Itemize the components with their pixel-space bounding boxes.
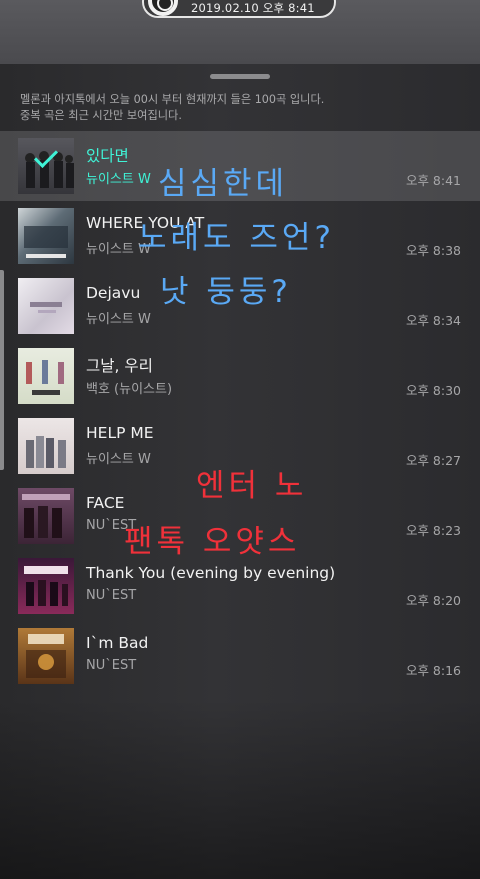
album-art bbox=[18, 628, 74, 684]
album-art bbox=[18, 418, 74, 474]
handwriting-note: 심심한데 bbox=[158, 166, 289, 202]
song-time: 오후 8:27 bbox=[405, 453, 461, 468]
album-art bbox=[18, 348, 74, 404]
song-artist: NU`EST bbox=[86, 658, 137, 673]
song-title: FACE bbox=[86, 494, 125, 512]
album-art bbox=[18, 488, 74, 544]
song-row[interactable]: I`m Bad NU`EST 오후 8:16 bbox=[0, 621, 480, 691]
song-artist: 백호 (뉴이스트) bbox=[86, 382, 173, 397]
status-area: 2019.02.10 오후 8:41 bbox=[0, 0, 480, 64]
song-artist: 뉴이스트 W bbox=[86, 172, 151, 187]
song-artist: 뉴이스트 W bbox=[86, 312, 151, 327]
song-time: 오후 8:34 bbox=[405, 313, 461, 328]
album-art bbox=[18, 558, 74, 614]
notice-line-2: 중복 곡은 최근 시간만 보여집니다. bbox=[20, 109, 182, 122]
status-datetime: 2019.02.10 오후 8:41 bbox=[191, 1, 315, 15]
handwriting-note: 엔터 노 bbox=[196, 468, 308, 504]
song-title: HELP ME bbox=[86, 424, 154, 442]
song-row[interactable]: Thank You (evening by evening) NU`EST 오후… bbox=[0, 551, 480, 621]
drag-handle[interactable] bbox=[210, 74, 270, 79]
song-time: 오후 8:16 bbox=[405, 663, 461, 678]
handwriting-note: 노래도 즈언? bbox=[138, 220, 335, 256]
handwriting-note: 낫 둥둥? bbox=[160, 274, 292, 310]
song-title: 그날, 우리 bbox=[86, 357, 153, 375]
song-time: 오후 8:41 bbox=[405, 173, 461, 188]
song-time: 오후 8:20 bbox=[405, 593, 461, 608]
album-art bbox=[18, 138, 74, 194]
song-title: I`m Bad bbox=[86, 634, 149, 652]
song-time: 오후 8:30 bbox=[405, 383, 461, 398]
song-time: 오후 8:38 bbox=[405, 243, 461, 258]
song-title: Thank You (evening by evening) bbox=[86, 564, 336, 582]
album-art bbox=[18, 208, 74, 264]
song-time: 오후 8:23 bbox=[405, 523, 461, 538]
history-notice: 멜론과 아지톡에서 오늘 00시 부터 현재까지 들은 100곡 입니다. 중복… bbox=[20, 92, 324, 124]
notice-line-1: 멜론과 아지톡에서 오늘 00시 부터 현재까지 들은 100곡 입니다. bbox=[20, 93, 325, 106]
song-artist: NU`EST bbox=[86, 588, 137, 603]
handwriting-note: 팬톡 오얏스 bbox=[124, 524, 301, 560]
song-row[interactable]: 그날, 우리 백호 (뉴이스트) 오후 8:30 bbox=[0, 341, 480, 411]
song-title: 있다면 bbox=[86, 147, 129, 165]
song-title: Dejavu bbox=[86, 284, 141, 302]
song-artist: 뉴이스트 W bbox=[86, 452, 151, 467]
album-art bbox=[18, 278, 74, 334]
